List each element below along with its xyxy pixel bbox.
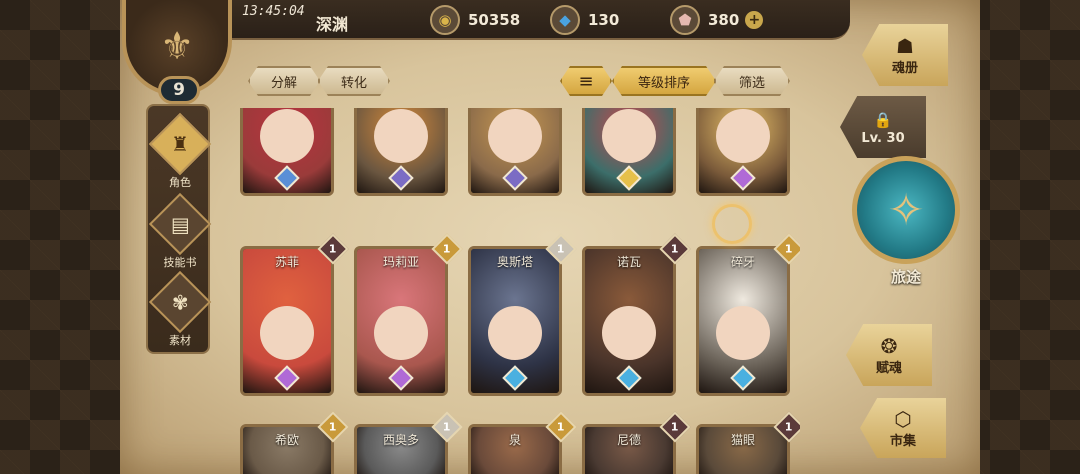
player-level-badge: 9: [158, 76, 200, 104]
copies-count: 1: [557, 242, 565, 256]
convert-button[interactable]: 转化: [318, 66, 390, 96]
copies-count: 1: [785, 242, 793, 256]
material-creature-icon: ✾: [148, 270, 212, 334]
character-face: [374, 108, 428, 163]
copies-count: 1: [671, 242, 679, 256]
nav-label-characters: 角色: [169, 176, 191, 189]
character-card[interactable]: 西奥多: [354, 424, 448, 474]
copies-count: 1: [329, 242, 337, 256]
character-card[interactable]: 奥斯塔: [468, 246, 562, 396]
gold-amount: 50358: [468, 11, 521, 29]
character-face: [488, 305, 542, 360]
soul-flame-icon: ❂: [880, 333, 898, 358]
clock-time: 13:45:04: [242, 4, 305, 19]
character-face: [260, 305, 314, 360]
character-card[interactable]: 诺瓦: [582, 246, 676, 396]
emblem-crest-icon: ⚜: [159, 24, 195, 68]
copies-count: 1: [329, 420, 337, 434]
filter-button[interactable]: 筛选: [714, 66, 790, 96]
crystal-currency[interactable]: ◆ 130: [550, 5, 619, 35]
selection-glow-ring: [712, 204, 752, 244]
character-card[interactable]: 苏菲: [240, 246, 334, 396]
character-card[interactable]: [240, 108, 334, 196]
character-card[interactable]: 希欧: [240, 424, 334, 474]
character-name: 猫眼: [730, 433, 755, 447]
character-face: [602, 108, 656, 163]
character-name: 西奥多: [382, 433, 419, 447]
character-card-grid: 苏菲 1 玛莉亚 1 奥斯塔 1 诺瓦 1 碎牙 1 希欧 1 西奥多 1 泉 1 尼德 1 猫眼 1: [240, 108, 800, 474]
character-name: 碎牙: [730, 255, 755, 269]
sort-by-level-button[interactable]: 等级排序: [612, 66, 716, 96]
copies-count: 1: [671, 420, 679, 434]
skill-book-icon: ▤: [148, 192, 212, 256]
locked-feature-button[interactable]: 🔒 Lv. 30: [840, 96, 926, 158]
character-face: [260, 108, 314, 163]
nav-item-characters[interactable]: ♜ 角色: [148, 112, 212, 190]
soul-book-button[interactable]: ☗ 魂册: [862, 24, 948, 86]
character-name: 诺瓦: [616, 255, 641, 269]
blue-crystal-icon: ◆: [550, 5, 580, 35]
nav-label-materials: 素材: [169, 334, 191, 347]
character-card[interactable]: [696, 108, 790, 196]
soul-grant-label: 赋魂: [875, 360, 902, 376]
soul-grant-button[interactable]: ❂ 赋魂: [846, 324, 932, 386]
journey-button[interactable]: ✧ 旅途: [850, 156, 962, 306]
character-face: [716, 305, 770, 360]
soul-book-label: 魂册: [891, 60, 918, 76]
character-name: 尼德: [616, 433, 641, 447]
gold-coin-icon: ◉: [430, 5, 460, 35]
warrior-helmet-icon: ♜: [148, 112, 212, 176]
character-name: 苏菲: [274, 255, 299, 269]
character-name: 希欧: [274, 433, 299, 447]
journey-compass-icon: ✧: [852, 156, 960, 264]
soul-book-icon: ☗: [896, 33, 914, 58]
copies-count: 1: [785, 420, 793, 434]
character-face: [374, 305, 428, 360]
locked-level-label: Lv. 30: [861, 130, 905, 146]
left-decor-border: [0, 0, 120, 474]
nav-label-skill-books: 技能书: [163, 256, 197, 269]
zone-title: 深渊: [316, 15, 349, 34]
left-category-nav: ♜ 角色 ▤ 技能书 ✾ 素材: [146, 104, 212, 354]
character-card[interactable]: 玛莉亚: [354, 246, 448, 396]
market-button[interactable]: ⬡ 市集: [860, 398, 946, 458]
journey-label: 旅途: [890, 268, 921, 286]
copies-count: 1: [443, 420, 451, 434]
market-label: 市集: [889, 433, 916, 449]
crystal-amount: 130: [588, 11, 620, 29]
nav-item-materials[interactable]: ✾ 素材: [148, 270, 212, 348]
copies-count: 1: [443, 242, 451, 256]
character-card[interactable]: 泉: [468, 424, 562, 474]
sort-order-icon[interactable]: ≡: [560, 66, 612, 96]
character-card[interactable]: 碎牙: [696, 246, 790, 396]
character-card[interactable]: [354, 108, 448, 196]
gem-currency[interactable]: ⬟ 380 +: [670, 5, 764, 35]
character-name: 泉: [508, 433, 521, 447]
character-name: 奥斯塔: [496, 255, 533, 269]
gold-currency[interactable]: ◉ 50358: [430, 5, 520, 35]
character-face: [716, 108, 770, 163]
character-face: [602, 305, 656, 360]
pink-gem-icon: ⬟: [670, 5, 700, 35]
add-gem-button[interactable]: +: [745, 11, 764, 29]
character-card[interactable]: [582, 108, 676, 196]
character-card[interactable]: 尼德: [582, 424, 676, 474]
character-name: 玛莉亚: [382, 255, 419, 269]
character-card[interactable]: 猫眼: [696, 424, 790, 474]
copies-count: 1: [557, 420, 565, 434]
character-face: [488, 108, 542, 163]
nav-item-skill-books[interactable]: ▤ 技能书: [148, 192, 212, 270]
market-gem-icon: ⬡: [894, 406, 912, 431]
lock-icon: 🔒: [873, 110, 893, 129]
gem-amount: 380: [708, 11, 740, 29]
decompose-button[interactable]: 分解: [248, 66, 320, 96]
character-card[interactable]: [468, 108, 562, 196]
